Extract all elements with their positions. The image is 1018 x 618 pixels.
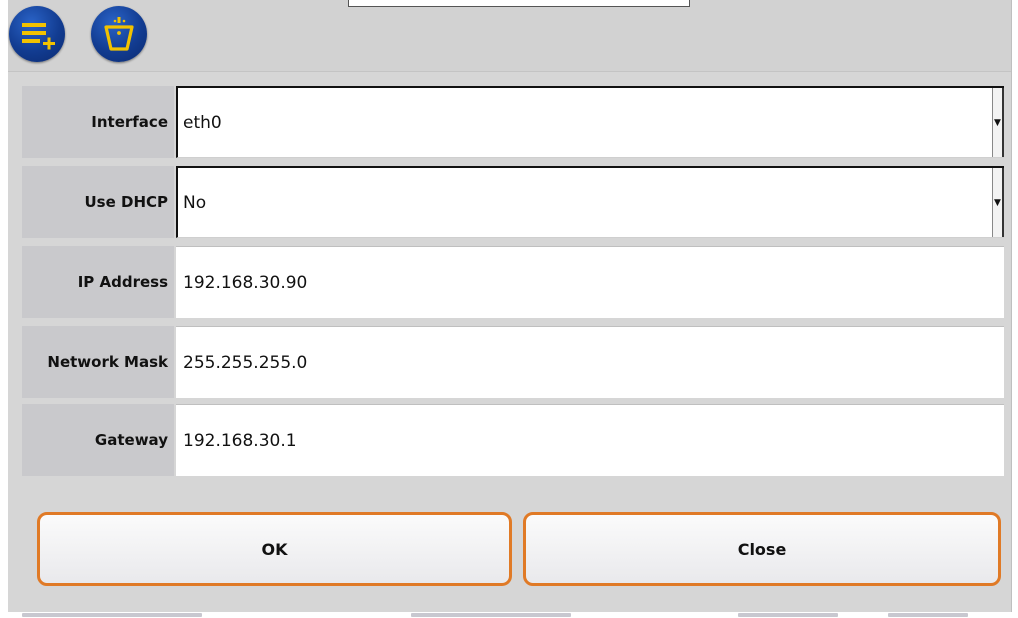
bottom-strip [8, 612, 1011, 618]
row-network-mask: Network Mask 255.255.255.0 [22, 326, 1004, 398]
underlying-text-fragment [888, 613, 968, 617]
network-mask-label: Network Mask [22, 326, 174, 398]
ok-button[interactable]: OK [37, 512, 512, 586]
underlying-text-fragment [738, 613, 838, 617]
interface-label: Interface [22, 86, 174, 158]
close-button[interactable]: Close [523, 512, 1001, 586]
row-interface: Interface eth0 ▼ [22, 86, 1004, 158]
network-mask-value: 255.255.255.0 [183, 352, 308, 373]
add-list-icon[interactable] [9, 6, 65, 62]
ip-address-label: IP Address [22, 246, 174, 318]
ip-address-value: 192.168.30.90 [183, 272, 308, 293]
row-use-dhcp: Use DHCP No ▼ [22, 166, 1004, 238]
top-tab [348, 0, 690, 7]
use-dhcp-select[interactable]: No ▼ [176, 166, 1004, 238]
row-gateway: Gateway 192.168.30.1 [22, 404, 1004, 476]
gateway-label: Gateway [22, 404, 174, 476]
chevron-down-icon[interactable]: ▼ [992, 168, 1004, 237]
ip-address-field[interactable]: 192.168.30.90 [176, 246, 1004, 318]
interface-select[interactable]: eth0 ▼ [176, 86, 1004, 158]
underlying-text-fragment [22, 613, 202, 617]
clear-bucket-icon[interactable] [91, 6, 147, 62]
underlying-text-fragment [411, 613, 571, 617]
use-dhcp-value: No [183, 192, 207, 213]
use-dhcp-label: Use DHCP [22, 166, 174, 238]
gateway-field[interactable]: 192.168.30.1 [176, 404, 1004, 476]
row-ip-address: IP Address 192.168.30.90 [22, 246, 1004, 318]
chevron-down-icon[interactable]: ▼ [992, 88, 1004, 157]
interface-value: eth0 [183, 112, 222, 133]
toolbar [8, 0, 1011, 72]
gateway-value: 192.168.30.1 [183, 430, 297, 451]
network-mask-field[interactable]: 255.255.255.0 [176, 326, 1004, 398]
network-config-dialog: Interface eth0 ▼ Use DHCP No ▼ IP Addres… [8, 0, 1012, 612]
